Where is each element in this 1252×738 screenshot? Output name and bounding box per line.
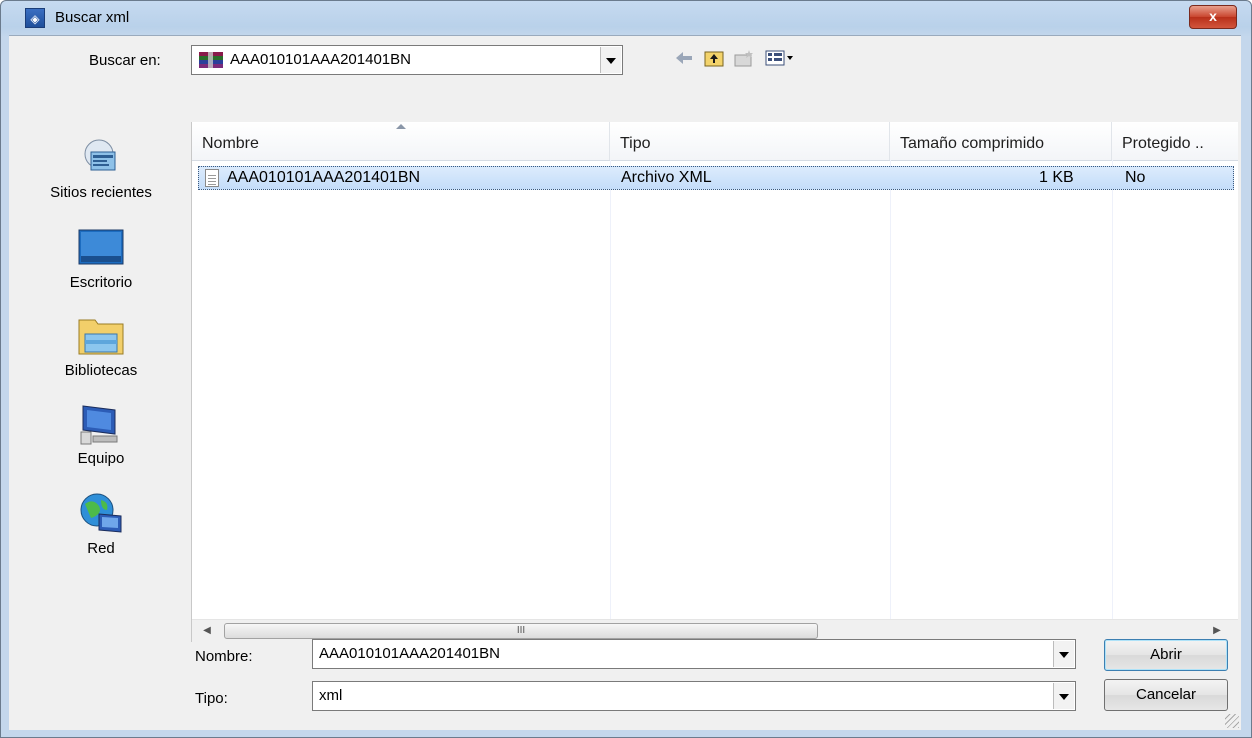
computer-icon bbox=[77, 402, 125, 446]
list-header: Nombre Tipo Tamaño comprimido Protegido … bbox=[192, 122, 1238, 161]
place-label: Bibliotecas bbox=[64, 362, 138, 379]
places-bar: Sitios recientes Escritorio Bibliotecas … bbox=[13, 122, 189, 600]
up-folder-icon[interactable] bbox=[703, 48, 725, 68]
chevron-down-icon[interactable] bbox=[600, 47, 621, 73]
scroll-left-icon[interactable]: ◀ bbox=[196, 620, 218, 642]
row-size: 1 KB bbox=[1039, 169, 1074, 186]
open-button[interactable]: Abrir bbox=[1104, 639, 1228, 671]
dialog-client: Buscar en: AAA010101AAA201401BN Sitios r… bbox=[9, 35, 1241, 730]
place-label: Escritorio bbox=[69, 274, 133, 291]
file-icon bbox=[205, 169, 219, 187]
column-header-tamano[interactable]: Tamaño comprimido bbox=[890, 122, 1112, 160]
new-folder-icon[interactable] bbox=[733, 48, 755, 68]
title-bar[interactable]: ◈ Buscar xml x bbox=[1, 1, 1251, 35]
column-header-tipo[interactable]: Tipo bbox=[610, 122, 890, 160]
window-title: Buscar xml bbox=[55, 9, 130, 26]
lookin-label: Buscar en: bbox=[89, 52, 161, 69]
row-type: Archivo XML bbox=[621, 169, 712, 186]
filename-value: AAA010101AAA201401BN bbox=[319, 645, 500, 662]
place-recent[interactable]: Sitios recientes bbox=[13, 136, 189, 201]
place-label: Red bbox=[87, 540, 115, 557]
network-icon bbox=[77, 492, 125, 536]
filetype-label: Tipo: bbox=[195, 690, 228, 707]
place-network[interactable]: Red bbox=[13, 492, 189, 557]
filetype-combo[interactable]: xml bbox=[312, 681, 1076, 711]
column-divider bbox=[610, 160, 611, 624]
table-row[interactable]: AAA010101AAA201401BN Archivo XML 1 KB No bbox=[198, 166, 1234, 190]
view-menu-icon[interactable] bbox=[765, 48, 795, 68]
place-label: Sitios recientes bbox=[50, 184, 152, 201]
column-header-protegido[interactable]: Protegido .. bbox=[1112, 122, 1238, 160]
column-divider bbox=[890, 160, 891, 624]
chevron-down-icon[interactable] bbox=[1053, 683, 1074, 709]
app-icon: ◈ bbox=[25, 8, 45, 28]
place-desktop[interactable]: Escritorio bbox=[13, 226, 189, 291]
place-label: Equipo bbox=[77, 450, 125, 467]
back-arrow-icon[interactable] bbox=[673, 48, 695, 68]
close-button[interactable]: x bbox=[1189, 5, 1237, 29]
lookin-combo[interactable]: AAA010101AAA201401BN bbox=[191, 45, 623, 75]
lookin-value: AAA010101AAA201401BN bbox=[230, 51, 411, 68]
cancel-button[interactable]: Cancelar bbox=[1104, 679, 1228, 711]
file-dialog-window: ◈ Buscar xml x Buscar en: AAA010101AAA20… bbox=[0, 0, 1252, 738]
sort-ascending-icon bbox=[396, 124, 406, 129]
column-divider bbox=[1112, 160, 1113, 624]
filename-label: Nombre: bbox=[195, 648, 253, 665]
scroll-thumb[interactable]: III bbox=[224, 623, 818, 639]
desktop-icon bbox=[77, 226, 125, 270]
resize-grip-icon[interactable] bbox=[1225, 714, 1239, 728]
filetype-value: xml bbox=[319, 687, 343, 704]
row-name: AAA010101AAA201401BN bbox=[227, 169, 421, 186]
filename-combo[interactable]: AAA010101AAA201401BN bbox=[312, 639, 1076, 669]
place-libraries[interactable]: Bibliotecas bbox=[13, 314, 189, 379]
recent-places-icon bbox=[77, 136, 125, 180]
libraries-icon bbox=[77, 314, 125, 358]
place-computer[interactable]: Equipo bbox=[13, 402, 189, 467]
archive-icon bbox=[198, 51, 224, 69]
file-list[interactable]: Nombre Tipo Tamaño comprimido Protegido … bbox=[191, 122, 1238, 642]
row-protected: No bbox=[1125, 169, 1146, 186]
chevron-down-icon[interactable] bbox=[1053, 641, 1074, 667]
